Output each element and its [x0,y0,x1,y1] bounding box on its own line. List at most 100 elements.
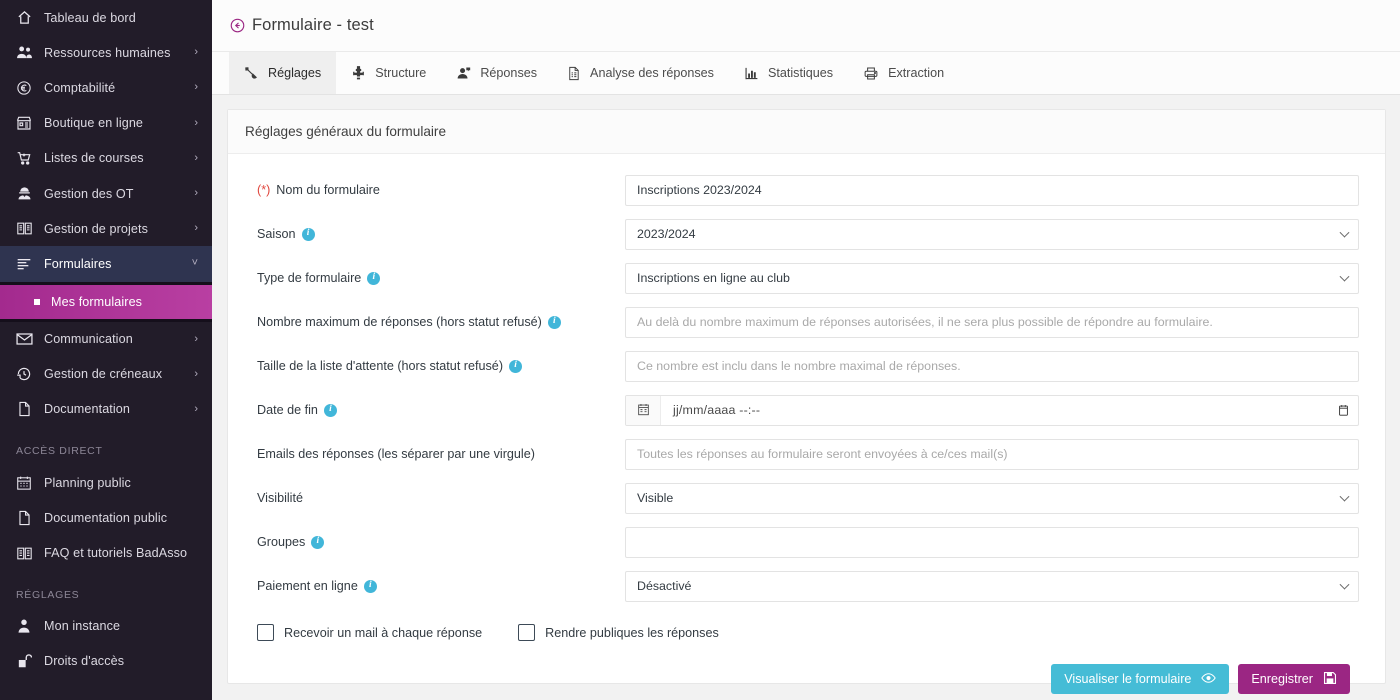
checkbox-recevoir-mail[interactable]: Recevoir un mail à chaque réponse [257,624,482,641]
sidebar-item-gestion-des-ot[interactable]: Gestion des OT › [0,176,212,211]
sidebar-item-label: Formulaires [44,256,112,271]
tab-label: Analyse des réponses [590,66,714,80]
tab-analyse-des-reponses[interactable]: Analyse des réponses [552,52,729,94]
taille-liste-attente-input[interactable]: Ce nombre est inclu dans le nombre maxim… [625,350,1359,382]
field-row-taille-liste-attente: Taille de la liste d'attente (hors statu… [245,344,1359,388]
date-picker-icon[interactable] [1338,404,1358,417]
info-icon[interactable]: i [363,579,377,593]
groupes-input[interactable] [625,526,1359,558]
back-circle-arrow-icon[interactable] [230,18,245,33]
sidebar-item-listes-de-courses[interactable]: Listes de courses › [0,141,212,176]
calendar-icon[interactable] [626,395,661,425]
action-buttons: Visualiser le formulaire Enregistrer [245,641,1359,694]
file-icon [14,509,34,527]
saison-select[interactable]: 2023/2024 [625,218,1359,250]
chevron-right-icon: › [194,222,198,235]
sidebar-item-label: Communication [44,332,133,347]
sidebar-item-label: Gestion de projets [44,221,149,236]
info-icon[interactable]: i [367,271,381,285]
envelope-icon [14,330,34,348]
sidebar-item-gestion-de-projets[interactable]: Gestion de projets › [0,211,212,246]
field-control: Visible [625,482,1359,514]
sidebar-section-acces-direct: ACCÈS DIRECT [16,445,103,458]
person-icon [14,617,34,635]
chevron-right-icon: › [194,151,198,164]
nom-formulaire-input[interactable]: Inscriptions 2023/2024 [625,174,1359,206]
preview-form-button[interactable]: Visualiser le formulaire [1051,664,1230,694]
date-de-fin-input[interactable]: jj/mm/aaaa --:-- [625,394,1359,426]
sidebar-item-tableau-de-bord[interactable]: Tableau de bord [0,0,212,35]
checkbox-box[interactable] [257,624,274,641]
tab-label: Statistiques [767,66,834,80]
field-label-text: Saison [257,227,296,241]
type-formulaire-select[interactable]: Inscriptions en ligne au club [625,262,1359,294]
paiement-en-ligne-select[interactable]: Désactivé [625,570,1359,602]
info-icon[interactable]: i [301,227,315,241]
info-icon[interactable]: i [547,315,561,329]
tab-bar: Réglages Structure Réponses Analyse des … [212,52,1400,95]
field-label-text: Taille de la liste d'attente (hors statu… [257,359,504,373]
info-icon[interactable]: i [323,403,337,417]
sidebar-item-boutique-en-ligne[interactable]: Boutique en ligne › [0,106,212,141]
chevron-right-icon: › [194,332,198,345]
home-icon [14,9,34,27]
sidebar-item-ressources-humaines[interactable]: Ressources humaines › [0,35,212,70]
tab-label: Extraction [888,66,945,80]
chevron-right-icon: › [194,116,198,129]
worker-icon [14,185,34,203]
preview-form-label: Visualiser le formulaire [1064,672,1192,686]
sidebar-item-documentation[interactable]: Documentation › [0,392,212,427]
card-body: (*) Nom du formulaire Inscriptions 2023/… [228,154,1385,694]
field-control: Inscriptions en ligne au club [625,262,1359,294]
field-control: Inscriptions 2023/2024 [625,174,1359,206]
sidebar-item-planning-public[interactable]: Planning public [0,465,212,500]
emails-reponses-input[interactable]: Toutes les réponses au formulaire seront… [625,438,1359,470]
tab-reglages[interactable]: Réglages [229,52,337,94]
field-label-text: Emails des réponses (les séparer par une… [257,447,535,461]
sidebar-item-comptabilite[interactable]: Comptabilité › [0,70,212,105]
history-clock-icon [14,365,34,383]
sidebar-item-communication[interactable]: Communication › [0,322,212,357]
sidebar-item-label: Gestion des OT [44,186,134,201]
sidebar-item-documentation-public[interactable]: Documentation public [0,500,212,535]
field-control: jj/mm/aaaa --:-- [625,394,1359,426]
tab-label: Réglages [268,66,322,80]
sidebar-item-mon-instance[interactable]: Mon instance [0,609,212,644]
save-button[interactable]: Enregistrer [1238,664,1350,694]
field-label: Emails des réponses (les séparer par une… [245,447,625,461]
field-control [625,526,1359,558]
field-row-emails-reponses: Emails des réponses (les séparer par une… [245,432,1359,476]
sidebar-item-mes-formulaires[interactable]: Mes formulaires [0,284,212,319]
calendar-icon [14,474,34,492]
checkbox-label: Rendre publiques les réponses [545,625,719,640]
info-icon[interactable]: i [311,535,325,549]
printer-icon [863,66,879,81]
field-row-saison: Saison i 2023/2024 [245,212,1359,256]
tab-reponses[interactable]: Réponses [441,52,552,94]
tab-extraction[interactable]: Extraction [848,52,959,94]
chevron-right-icon: › [194,81,198,94]
checkbox-rendre-publiques[interactable]: Rendre publiques les réponses [518,624,719,641]
field-row-date-de-fin: Date de fin i jj/mm/aaaa --:-- [245,388,1359,432]
checkbox-box[interactable] [518,624,536,641]
visibilite-select[interactable]: Visible [625,482,1359,514]
tab-structure[interactable]: Structure [336,52,441,94]
form-lines-icon [14,255,34,273]
sidebar-item-gestion-de-creneaux[interactable]: Gestion de créneaux › [0,357,212,392]
projects-icon [14,220,34,238]
nombre-max-reponses-input[interactable]: Au delà du nombre maximum de réponses au… [625,306,1359,338]
field-row-paiement-en-ligne: Paiement en ligne i Désactivé [245,564,1359,608]
info-icon[interactable]: i [509,359,523,373]
field-label: Nombre maximum de réponses (hors statut … [245,315,625,329]
field-label: Date de fin i [245,403,625,417]
sidebar-item-faq-tutoriels[interactable]: FAQ et tutoriels BadAsso [0,535,212,570]
tab-statistiques[interactable]: Statistiques [729,52,848,94]
sidebar-item-droits-acces[interactable]: Droits d'accès [0,644,212,679]
sidebar-item-label: Documentation public [44,510,168,525]
sidebar-item-label: Documentation [44,402,131,417]
field-control: Au delà du nombre maximum de réponses au… [625,306,1359,338]
field-label-text: Paiement en ligne [257,579,358,593]
field-control: Désactivé [625,570,1359,602]
chevron-right-icon: › [194,46,198,59]
sidebar-item-formulaires[interactable]: Formulaires ˅ [0,246,212,282]
